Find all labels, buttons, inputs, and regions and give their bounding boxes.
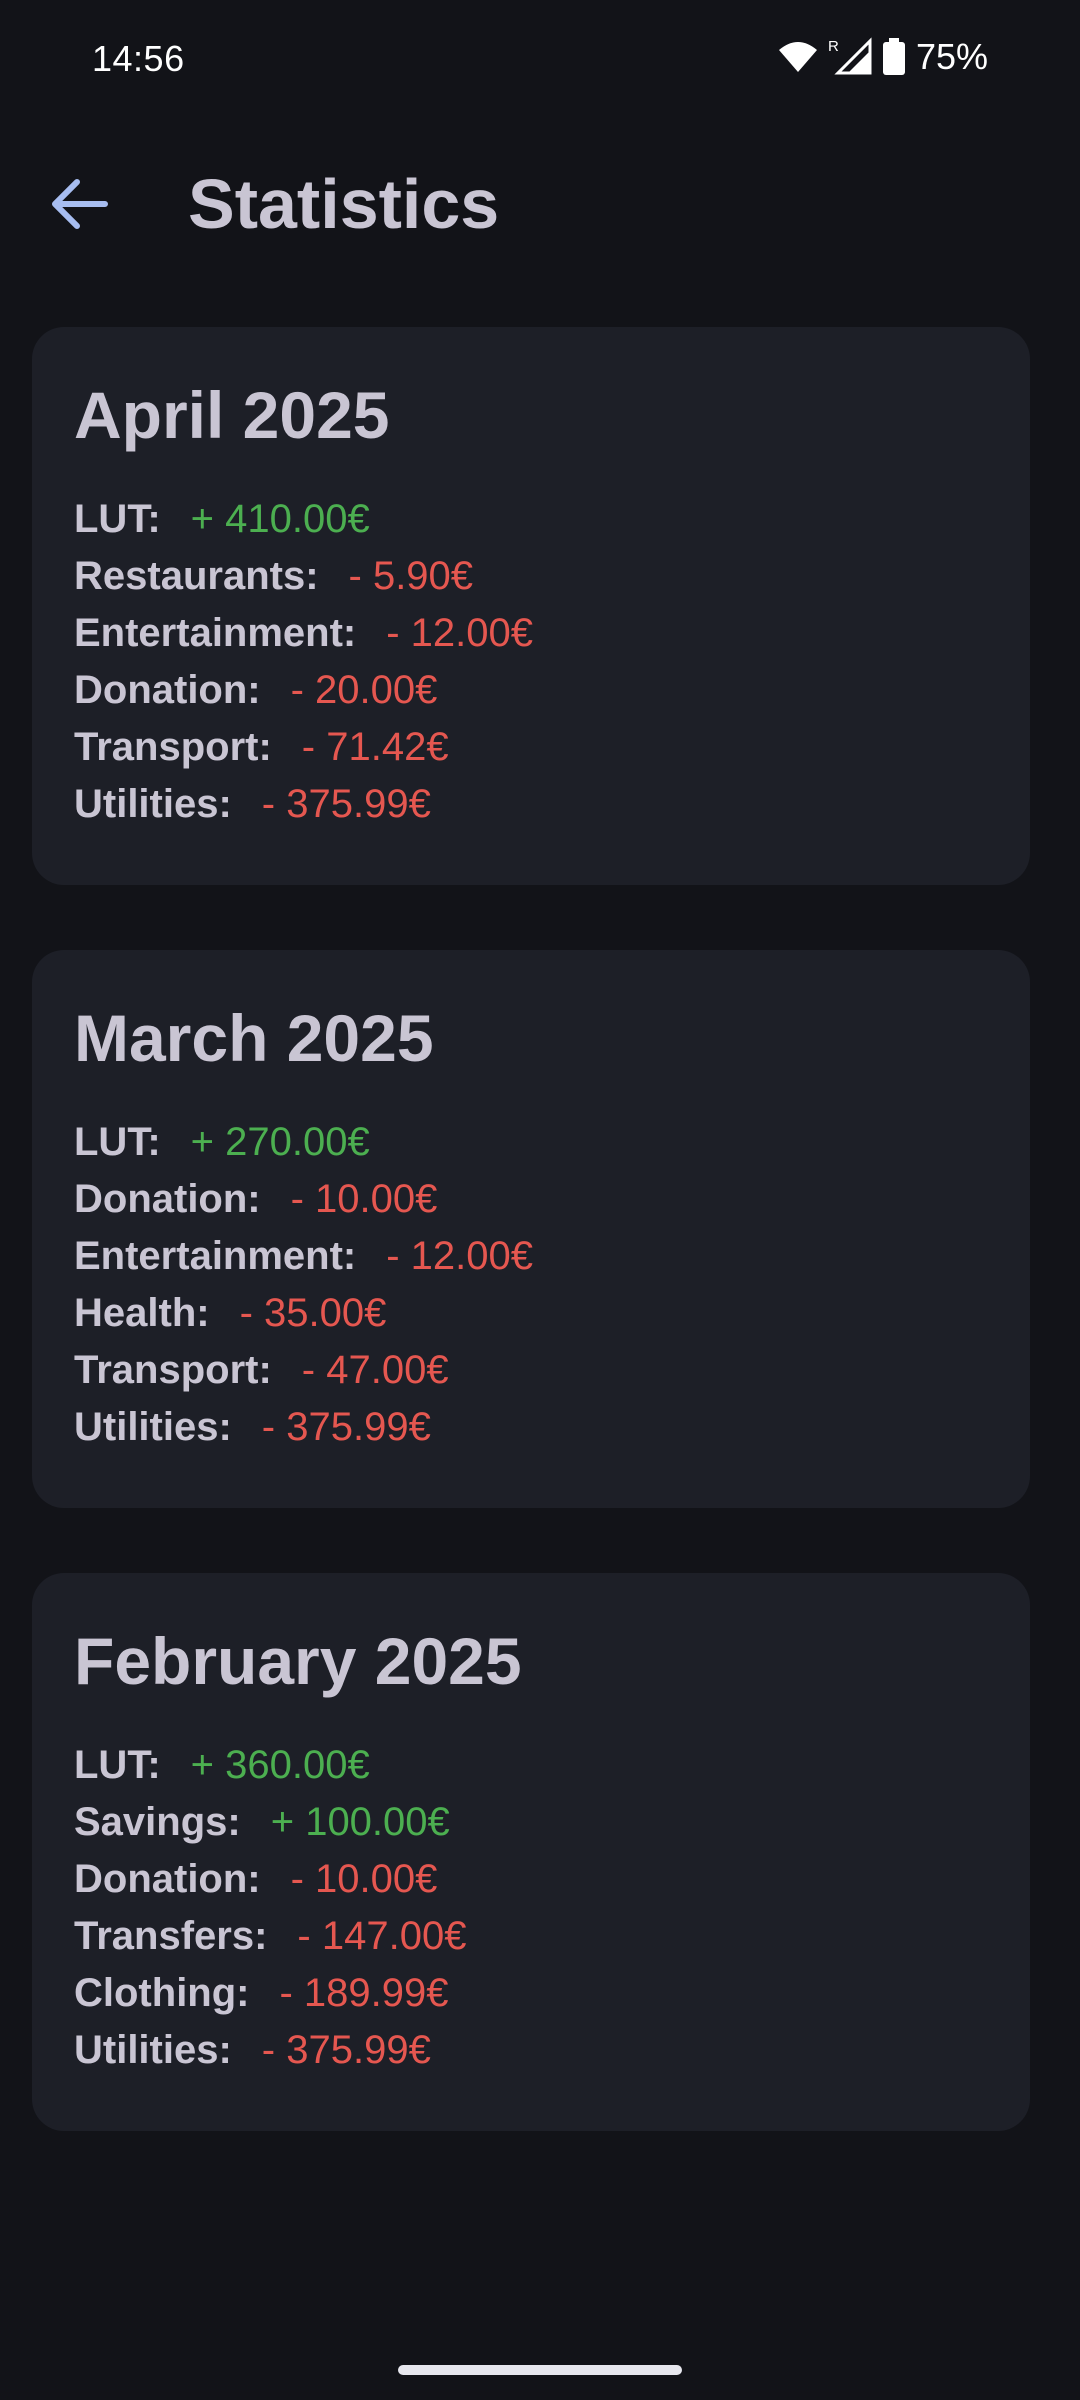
category-amount: + 270.00€ bbox=[190, 1120, 370, 1164]
category-label: Restaurants: bbox=[74, 554, 319, 598]
category-amount: + 100.00€ bbox=[270, 1800, 450, 1844]
page-title: Statistics bbox=[188, 165, 500, 243]
wifi-icon bbox=[778, 42, 817, 72]
category-row: LUT: + 410.00€ bbox=[74, 491, 988, 548]
category-row: Utilities: - 375.99€ bbox=[74, 776, 988, 833]
category-label: Donation: bbox=[74, 1857, 261, 1901]
category-amount: - 12.00€ bbox=[386, 611, 534, 655]
month-card: April 2025 LUT: + 410.00€ Restaurants: - 5… bbox=[32, 327, 1030, 885]
category-amount: - 47.00€ bbox=[301, 1348, 449, 1392]
category-row: Utilities: - 375.99€ bbox=[74, 1399, 988, 1456]
category-label: Entertainment: bbox=[74, 611, 357, 655]
category-row: Savings: + 100.00€ bbox=[74, 1794, 988, 1851]
category-label: Donation: bbox=[74, 668, 261, 712]
category-row: Utilities: - 375.99€ bbox=[74, 2022, 988, 2079]
category-label: LUT: bbox=[74, 1120, 161, 1164]
category-row: Restaurants: - 5.90€ bbox=[74, 548, 988, 605]
category-amount: - 10.00€ bbox=[290, 1857, 438, 1901]
category-amount: - 12.00€ bbox=[386, 1234, 534, 1278]
category-row: LUT: + 360.00€ bbox=[74, 1737, 988, 1794]
category-amount: - 189.99€ bbox=[279, 1971, 449, 2015]
category-row: Entertainment: - 12.00€ bbox=[74, 605, 988, 662]
category-amount: - 10.00€ bbox=[290, 1177, 438, 1221]
month-card: February 2025 LUT: + 360.00€ Savings: + 10… bbox=[32, 1573, 1030, 2131]
category-label: Health: bbox=[74, 1291, 210, 1335]
cell-signal-icon: R bbox=[828, 37, 872, 75]
category-row: Transfers: - 147.00€ bbox=[74, 1908, 988, 1965]
category-label: Entertainment: bbox=[74, 1234, 357, 1278]
category-label: LUT: bbox=[74, 497, 161, 541]
category-amount: - 35.00€ bbox=[239, 1291, 387, 1335]
category-row: Transport: - 71.42€ bbox=[74, 719, 988, 776]
status-icons: R 75% bbox=[778, 36, 988, 78]
category-amount: - 71.42€ bbox=[301, 725, 449, 769]
category-amount: - 375.99€ bbox=[261, 782, 431, 826]
category-label: Utilities: bbox=[74, 782, 232, 826]
gesture-nav-handle[interactable] bbox=[398, 2365, 682, 2375]
category-label: Utilities: bbox=[74, 2028, 232, 2072]
status-time: 14:56 bbox=[92, 38, 185, 79]
category-row: Clothing: - 189.99€ bbox=[74, 1965, 988, 2022]
category-row: Donation: - 10.00€ bbox=[74, 1851, 988, 1908]
category-row: Donation: - 10.00€ bbox=[74, 1171, 988, 1228]
category-amount: - 5.90€ bbox=[348, 554, 474, 598]
category-label: Transfers: bbox=[74, 1914, 268, 1958]
category-label: Transport: bbox=[74, 1348, 272, 1392]
app-bar: Statistics bbox=[0, 140, 1080, 270]
statistics-list: April 2025 LUT: + 410.00€ Restaurants: - 5… bbox=[32, 327, 1030, 2196]
category-amount: - 375.99€ bbox=[261, 2028, 431, 2072]
category-amount: + 360.00€ bbox=[190, 1743, 370, 1787]
back-button[interactable] bbox=[36, 162, 120, 246]
category-amount: - 20.00€ bbox=[290, 668, 438, 712]
category-label: Transport: bbox=[74, 725, 272, 769]
category-label: Savings: bbox=[74, 1800, 241, 1844]
category-label: Clothing: bbox=[74, 1971, 250, 2015]
month-title: March 2025 bbox=[74, 1001, 434, 1075]
month-card: March 2025 LUT: + 270.00€ Donation: - 10.0… bbox=[32, 950, 1030, 1508]
category-row: LUT: + 270.00€ bbox=[74, 1114, 988, 1171]
status-bar: 14:56 R 75% bbox=[0, 0, 1080, 120]
month-title: February 2025 bbox=[74, 1624, 522, 1698]
battery-icon bbox=[882, 38, 905, 75]
roaming-indicator: R bbox=[828, 38, 839, 55]
category-row: Health: - 35.00€ bbox=[74, 1285, 988, 1342]
category-row: Entertainment: - 12.00€ bbox=[74, 1228, 988, 1285]
category-label: Utilities: bbox=[74, 1405, 232, 1449]
battery-percent: 75% bbox=[915, 36, 988, 77]
category-row: Transport: - 47.00€ bbox=[74, 1342, 988, 1399]
category-label: LUT: bbox=[74, 1743, 161, 1787]
category-row: Donation: - 20.00€ bbox=[74, 662, 988, 719]
category-amount: - 375.99€ bbox=[261, 1405, 431, 1449]
category-amount: - 147.00€ bbox=[297, 1914, 467, 1958]
category-label: Donation: bbox=[74, 1177, 261, 1221]
month-title: April 2025 bbox=[74, 378, 390, 452]
arrow-back-icon bbox=[52, 179, 108, 229]
category-amount: + 410.00€ bbox=[190, 497, 370, 541]
